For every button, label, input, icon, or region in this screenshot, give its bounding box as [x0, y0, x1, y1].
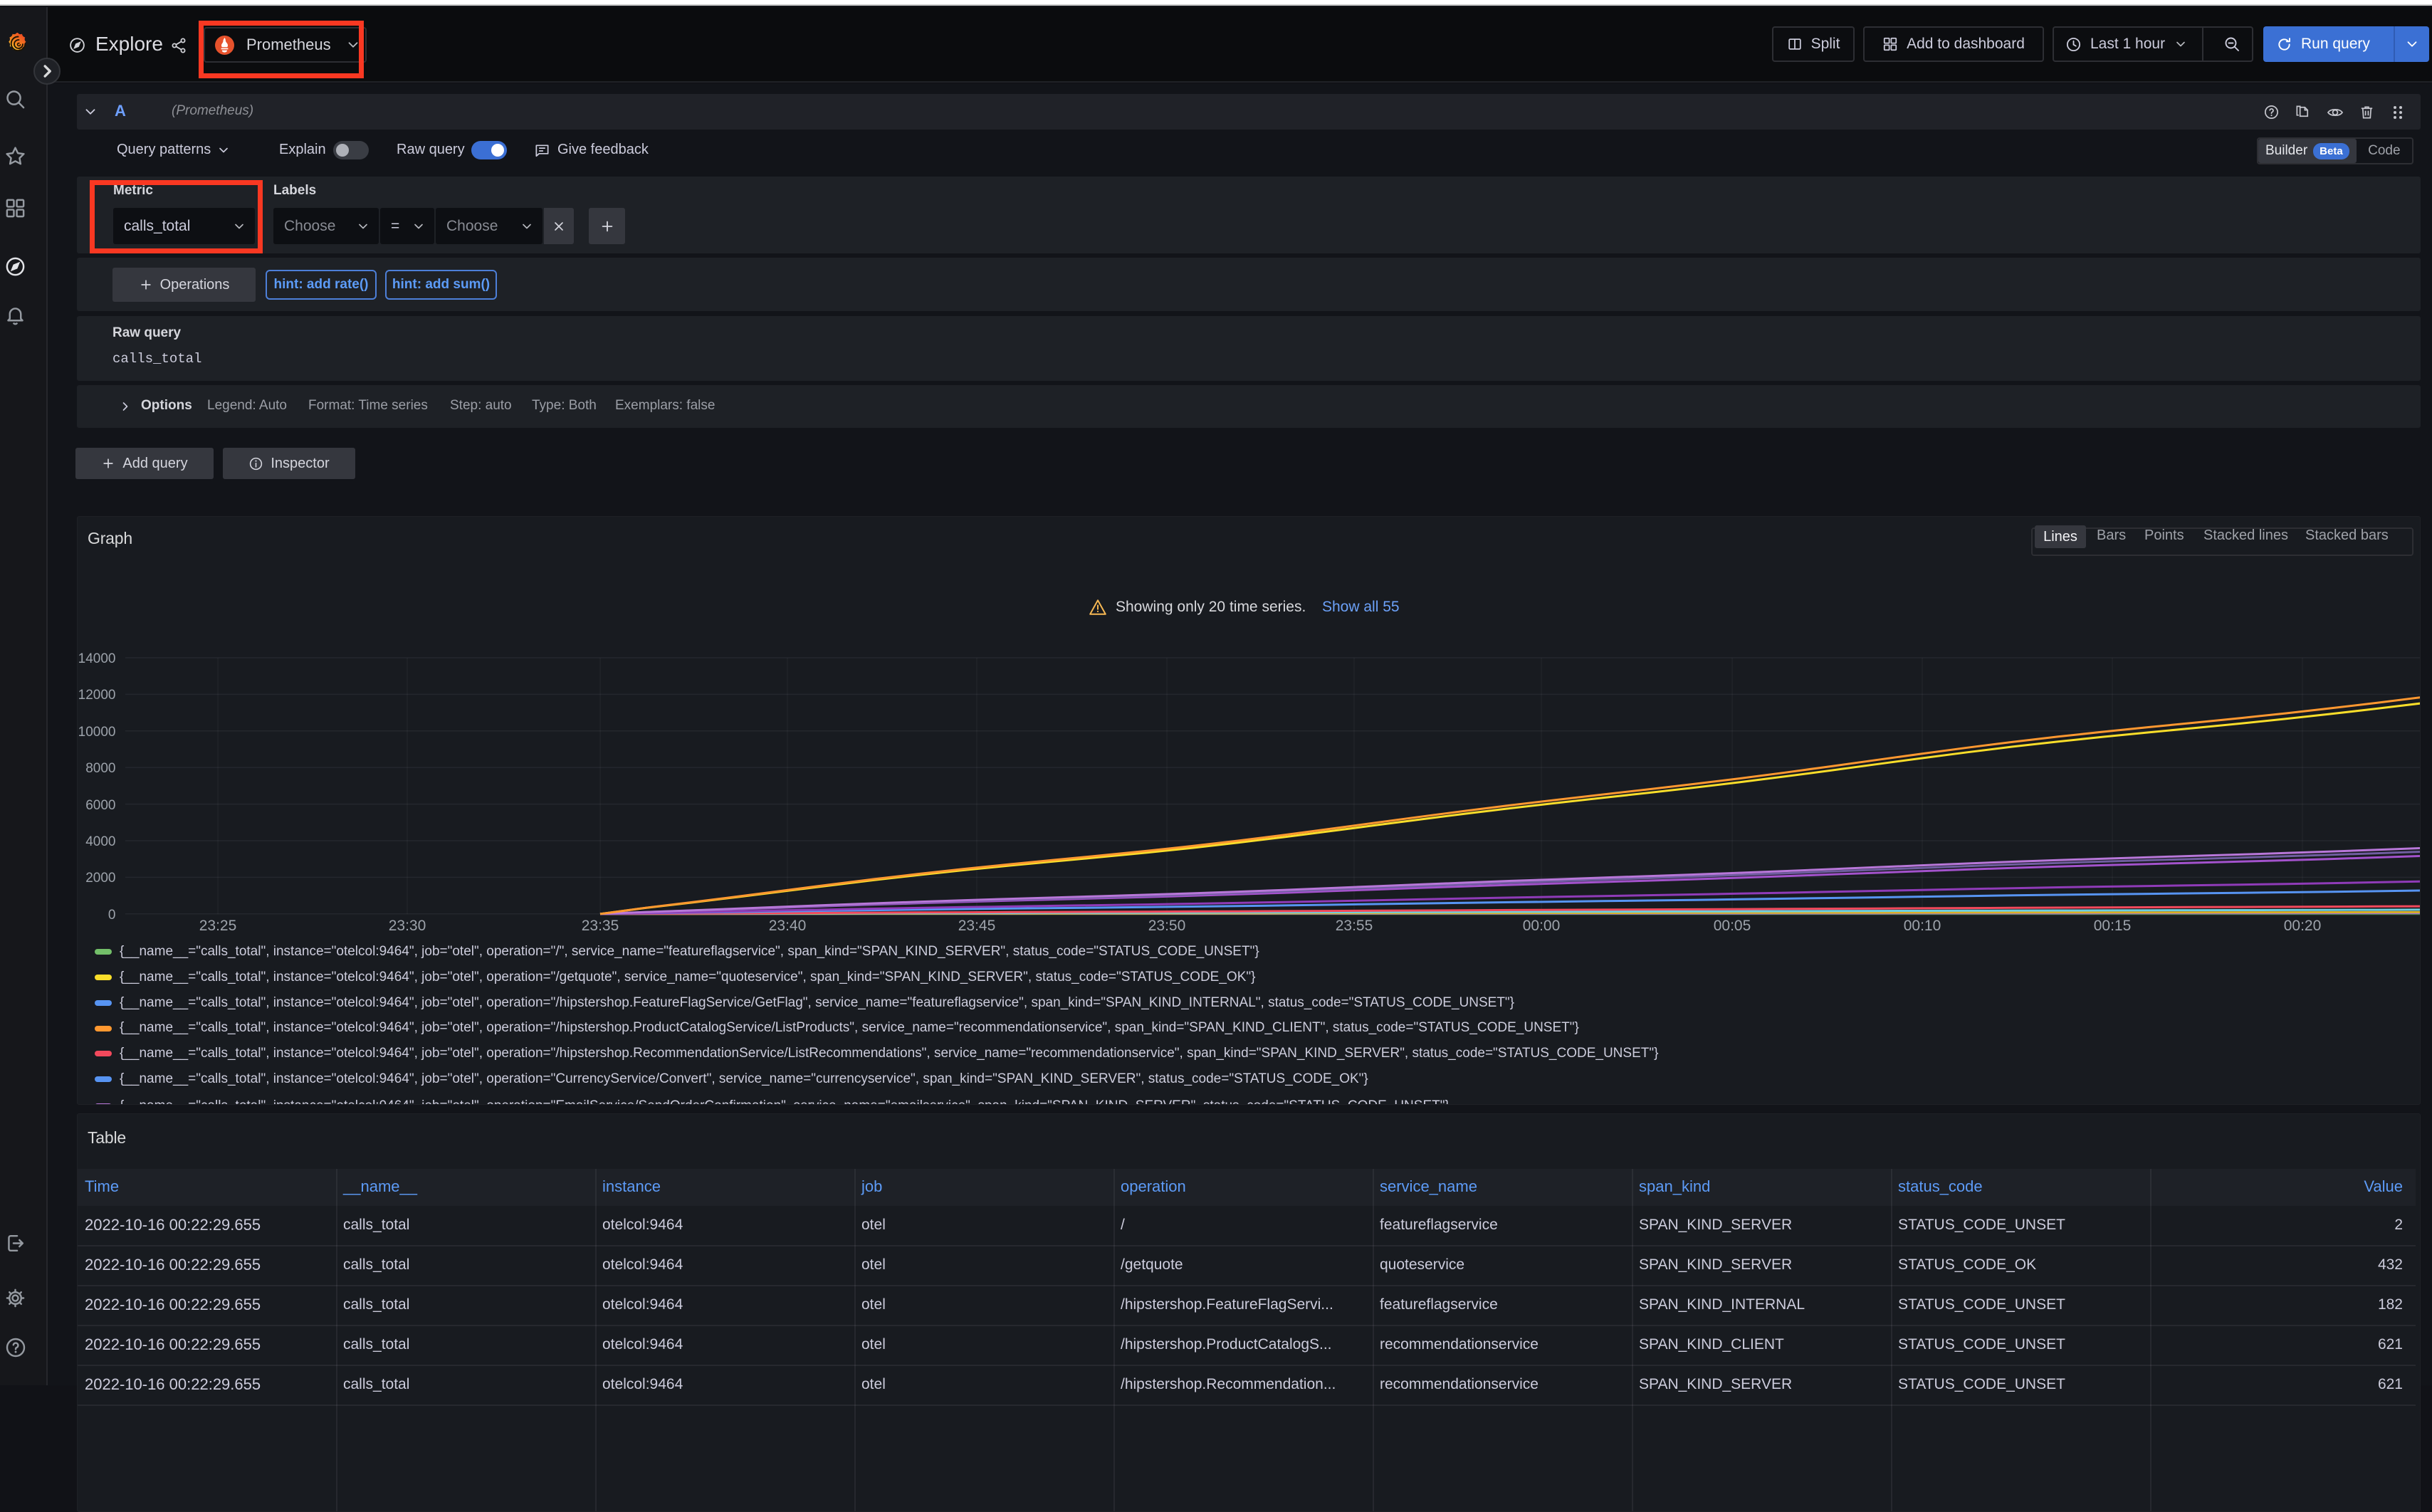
svg-text:00:10: 00:10 [1904, 918, 1941, 934]
svg-text:00:20: 00:20 [2284, 918, 2322, 934]
svg-text:23:55: 23:55 [1336, 918, 1373, 934]
svg-text:00:15: 00:15 [2094, 918, 2132, 934]
svg-text:0: 0 [108, 908, 116, 923]
svg-text:6000: 6000 [85, 798, 115, 813]
svg-text:4000: 4000 [85, 834, 115, 849]
svg-text:23:40: 23:40 [769, 918, 807, 934]
svg-text:23:25: 23:25 [199, 918, 237, 934]
svg-text:12000: 12000 [78, 688, 116, 703]
svg-text:00:05: 00:05 [1714, 918, 1751, 934]
svg-text:8000: 8000 [85, 761, 115, 776]
svg-text:10000: 10000 [78, 725, 116, 740]
svg-text:23:50: 23:50 [1148, 918, 1186, 934]
svg-text:14000: 14000 [78, 651, 116, 666]
svg-text:2000: 2000 [85, 871, 115, 886]
svg-text:23:45: 23:45 [958, 918, 996, 934]
svg-text:23:35: 23:35 [582, 918, 619, 934]
svg-text:23:30: 23:30 [389, 918, 426, 934]
svg-text:00:00: 00:00 [1523, 918, 1561, 934]
